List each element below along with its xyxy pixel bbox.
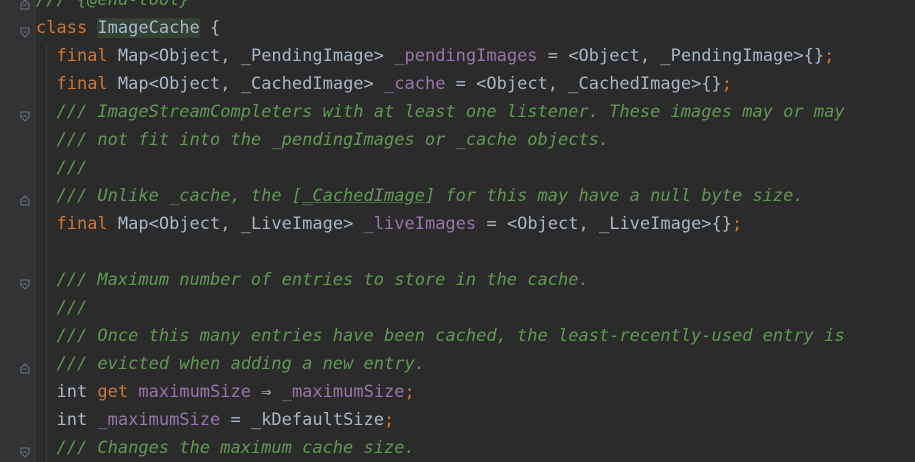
fold-end-icon[interactable] <box>20 191 30 206</box>
code-line[interactable]: int get maximumSize ⇒ _maximumSize; <box>36 378 415 406</box>
code-token: class <box>36 18 88 38</box>
code-token: final <box>56 74 108 94</box>
code-token: /// ImageStreamCompleters with at least … <box>36 102 845 122</box>
code-token: Map<Object, _LiveImage> <box>107 214 364 234</box>
code-token: ; <box>384 410 395 430</box>
code-token: = <Object, _LiveImage>{} <box>476 214 733 234</box>
fold-start-icon[interactable] <box>20 23 30 38</box>
code-token: ; <box>824 46 835 66</box>
code-token: = <Object, _PendingImage>{} <box>537 46 825 66</box>
code-token: ImageCache <box>97 18 200 38</box>
fold-end-icon[interactable] <box>20 359 30 374</box>
code-token: _CachedImage <box>302 186 425 206</box>
code-token: ; <box>404 382 415 402</box>
code-line[interactable]: /// <box>36 294 87 322</box>
code-line[interactable]: final Map<Object, _PendingImage> _pendin… <box>36 42 834 70</box>
code-token: get <box>97 382 129 402</box>
code-line[interactable]: /// Maximum number of entries to store i… <box>36 266 589 294</box>
code-token: = _kDefaultSize <box>220 410 385 430</box>
code-token: /// evicted when adding a new entry. <box>36 354 425 374</box>
fold-start-icon[interactable] <box>20 107 30 122</box>
code-line[interactable]: /// Once this many entries have been cac… <box>36 322 845 350</box>
code-token: final <box>56 46 108 66</box>
code-token: /// {@end-tool} <box>36 0 190 10</box>
code-token: ; <box>721 74 733 94</box>
code-token: Map<Object, _CachedImage> <box>107 74 385 94</box>
code-line[interactable]: final Map<Object, _CachedImage> _cache =… <box>36 70 732 98</box>
code-token: _pendingImages <box>394 46 538 66</box>
code-token: Map<Object, _PendingImage> <box>107 46 395 66</box>
code-line[interactable]: /// {@end-tool} <box>36 0 190 14</box>
code-token: /// not fit into the _pendingImages or _… <box>36 130 610 150</box>
fold-start-icon[interactable] <box>20 443 30 458</box>
code-token: /// Maximum number of entries to store i… <box>36 270 589 290</box>
code-token: _maximumSize <box>97 410 221 430</box>
code-token: final <box>56 214 108 234</box>
code-line[interactable]: /// ImageStreamCompleters with at least … <box>36 98 845 126</box>
code-token: = <Object, _CachedImage>{} <box>445 74 722 94</box>
code-token: /// Unlike _cache, the [ <box>36 186 303 206</box>
code-line[interactable]: /// <box>36 154 87 182</box>
code-line[interactable]: /// Unlike _cache, the [_CachedImage] fo… <box>36 182 804 210</box>
fold-end-icon[interactable] <box>20 0 30 10</box>
code-token: /// <box>36 298 88 318</box>
editor-gutter[interactable] <box>0 0 36 462</box>
code-line[interactable]: /// Changes the maximum cache size. <box>36 434 415 462</box>
code-token: /// Changes the maximum cache size. <box>36 438 415 458</box>
code-token: ] for this may have a null byte size. <box>424 186 804 206</box>
code-editor[interactable]: /// {@end-tool} class ImageCache { final … <box>0 0 915 462</box>
code-line[interactable]: final Map<Object, _LiveImage> _liveImage… <box>36 210 742 238</box>
code-token: int <box>36 410 98 430</box>
code-token: _liveImages <box>363 214 477 234</box>
code-token: _maximumSize <box>281 382 405 402</box>
code-line[interactable]: /// not fit into the _pendingImages or _… <box>36 126 609 154</box>
code-token: _cache <box>384 74 446 94</box>
code-token: /// Once this many entries have been cac… <box>36 326 845 346</box>
code-token: maximumSize <box>138 382 251 402</box>
code-token: { <box>199 18 221 38</box>
fold-start-icon[interactable] <box>20 275 30 290</box>
code-line[interactable]: /// evicted when adding a new entry. <box>36 350 425 378</box>
code-token: ; <box>732 214 743 234</box>
code-line[interactable]: int _maximumSize = _kDefaultSize; <box>36 406 394 434</box>
code-line[interactable]: class ImageCache { <box>36 14 220 42</box>
code-token: int <box>36 382 98 402</box>
code-token: ⇒ <box>250 382 282 402</box>
code-token: /// <box>36 158 88 178</box>
